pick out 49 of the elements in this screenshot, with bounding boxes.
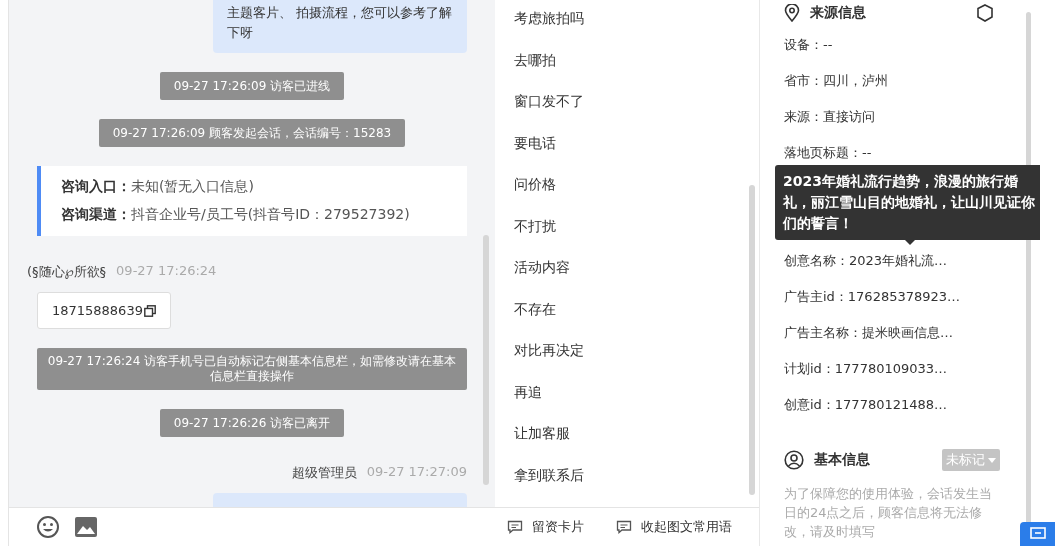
sender-name: 超级管理员 — [291, 464, 357, 482]
phone-number: 18715888639 — [51, 303, 143, 318]
source-field: 创意id：177780121488… — [783, 387, 1003, 423]
toolbar-button[interactable]: 留资卡片 — [506, 518, 584, 536]
system-notice: 09-27 17:26:26 访客已离开 — [159, 409, 345, 437]
source-field: 计划id：177780109033… — [783, 351, 1003, 387]
location-pin-icon — [783, 4, 800, 22]
quick-reply-item[interactable]: 再追 — [494, 380, 759, 422]
quick-reply-item[interactable]: 窗口发不了 — [494, 90, 759, 132]
quick-reply-item[interactable]: 去哪拍 — [494, 48, 759, 90]
source-field: 创意名称：2023年婚礼流… — [783, 243, 1003, 279]
source-field: 来源：直接访问 — [783, 99, 1003, 135]
message-time: 09-27 17:27:09 — [366, 464, 467, 481]
emoji-icon[interactable] — [35, 515, 60, 539]
message-icon — [1029, 527, 1046, 541]
info-label: 咨询渠道： — [60, 206, 131, 222]
quick-reply-item[interactable]: 考虑旅拍吗 — [494, 7, 759, 49]
toolbar-button[interactable]: 收起图文常用语 — [615, 518, 732, 536]
quick-reply-item[interactable]: 活动内容 — [494, 256, 759, 298]
quick-reply-item[interactable]: 让加客服 — [494, 422, 759, 464]
quick-reply-item[interactable]: 要电话 — [494, 131, 759, 173]
source-field: 设备：-- — [783, 27, 1003, 63]
info-value: 未知(暂无入口信息) — [130, 178, 254, 194]
section-title: 基本信息 — [813, 451, 870, 469]
message-time: 09-27 17:26:24 — [116, 263, 217, 280]
copy-icon[interactable] — [143, 304, 156, 317]
quick-reply-item[interactable]: 拿到联系后 — [494, 463, 759, 505]
source-field: 广告主id：176285378923… — [783, 279, 1003, 315]
message-bubble: 主题客片、 拍摄流程，您可以参考了解下呀 — [212, 0, 467, 53]
section-title: 来源信息 — [809, 4, 866, 22]
quick-reply-item[interactable]: 不打扰 — [494, 214, 759, 256]
info-value: 抖音企业号/员工号(抖音号ID：279527392) — [130, 206, 410, 222]
comment-icon — [506, 520, 523, 534]
source-field: 省市：四川，泸州 — [783, 63, 1003, 99]
source-field: 广告主名称：提米映画信息… — [783, 315, 1003, 351]
sender-name: (§随心℘所欲§ — [26, 263, 107, 281]
image-icon[interactable] — [74, 517, 97, 537]
comment-icon — [615, 520, 632, 534]
quick-reply-item[interactable]: 问价格 — [494, 173, 759, 215]
system-notice: 09-27 17:26:09 访客已进线 — [159, 72, 345, 100]
quick-reply-item[interactable]: 对比再决定 — [494, 339, 759, 381]
hint-text: 为了保障您的使用体验，会话发生当日的24点之后，顾客信息将无法修改，请及时填写 — [783, 485, 993, 541]
quick-reply-item[interactable]: 不存在 — [494, 297, 759, 339]
system-notice: 09-27 17:26:24 访客手机号已自动标记右侧基本信息栏，如需修改请在基本信息栏直接操作 — [36, 348, 467, 390]
info-label: 咨询入口： — [60, 178, 131, 194]
user-icon — [783, 450, 804, 470]
chat-button[interactable] — [1020, 522, 1055, 546]
caret-icon — [988, 457, 997, 463]
system-notice: 09-27 17:26:09 顾客发起会话，会话编号：15283 — [98, 119, 406, 147]
